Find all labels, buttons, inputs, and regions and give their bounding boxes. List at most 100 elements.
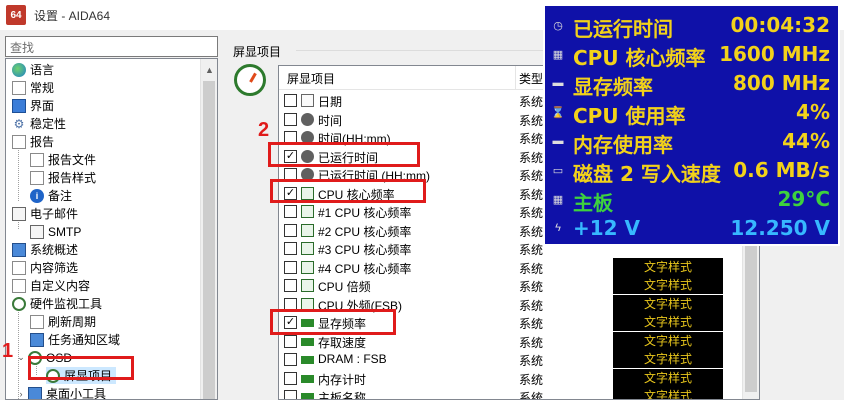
item-style-button[interactable]: 文字样式 [613,294,723,313]
item-name: #2 CPU 核心频率 [318,224,412,239]
tree-item-desktop-gadget[interactable]: › 桌面小工具 [16,385,107,400]
osd-row: ◷ 已运行时间 00:04:32 [545,10,838,41]
settings-tree[interactable]: 语言 常规 界面 ⚙ 稳定性 报告 报告文件 报告样式 i 备注 电子邮件 SMTP… [5,58,218,400]
ram-icon [301,393,314,399]
item-style-button[interactable]: 文字样式 [613,387,723,399]
scroll-up-icon[interactable]: ▲ [205,65,214,75]
tree-item-refresh-period[interactable]: 刷新周期 [30,313,96,330]
annotation-highlight-osd-items [28,356,134,380]
tree-item-stability[interactable]: ⚙ 稳定性 [12,115,66,132]
tree-item-label: 电子邮件 [30,207,79,221]
item-checkbox[interactable] [284,112,297,126]
item-style-button[interactable]: 文字样式 [613,368,723,387]
disk-icon: ▭ [552,164,564,177]
item-checkbox[interactable] [284,390,297,399]
ram-icon [301,374,314,383]
item-checkbox[interactable] [284,334,297,348]
info-icon: i [30,188,44,203]
chip-icon [301,260,314,274]
tree-item-report[interactable]: 报告 [12,133,54,150]
window-title: 设置 - AIDA64 [34,8,111,23]
tree-item-language[interactable]: 语言 [12,61,54,78]
item-name: #4 CPU 核心频率 [318,261,412,276]
motherboard-icon: ▦ [552,193,564,206]
item-style-button[interactable]: 文字样式 [613,257,723,276]
tree-scrollbar[interactable]: ▲ [200,59,217,399]
tree-item-label: 任务通知区域 [48,333,121,347]
osd-value: 800 MHz [733,71,830,95]
osd-row: ▬ 内存使用率 44% [545,126,838,157]
item-type: 系统 [519,280,544,294]
tree-item-hardware-monitor[interactable]: 硬件监视工具 [12,295,102,312]
ram-icon [301,337,314,346]
item-style-button[interactable]: 文字样式 [613,313,723,331]
chip-icon [301,205,314,218]
column-header-item[interactable]: 屏显项目 [287,70,335,87]
taskbar-icon [30,332,44,347]
tree-item-label: 桌面小工具 [46,387,107,400]
osd-value: 00:04:32 [730,13,831,37]
osd-label: 内存使用率 [573,133,673,157]
document-icon [30,170,44,185]
osd-value: 44% [782,129,830,153]
item-type: 系统 [519,317,544,331]
item-type: 系统 [519,206,544,220]
monitor-icon [12,242,26,257]
tree-item-notification-area[interactable]: 任务通知区域 [30,331,120,348]
item-checkbox[interactable] [284,371,297,385]
item-style-button[interactable]: 文字样式 [613,350,723,368]
tree-item-smtp[interactable]: SMTP [30,223,81,240]
tree-item-report-file[interactable]: 报告文件 [30,151,96,168]
item-checkbox[interactable] [284,279,297,292]
annotation-highlight-cpu-clock [270,179,426,203]
window-icon [12,80,26,95]
item-checkbox[interactable] [284,242,297,255]
item-checkbox[interactable] [284,205,297,218]
item-checkbox[interactable] [284,353,297,366]
item-name: CPU 倍频 [318,280,371,294]
tree-item-report-style[interactable]: 报告样式 [30,169,96,186]
list-row[interactable]: #4 CPU 核心频率 系统 文字样式 [279,257,759,277]
item-type: 系统 [519,261,544,276]
item-type: 系统 [519,372,544,387]
tree-item-notes[interactable]: i 备注 [30,187,72,204]
tree-item-interface[interactable]: 界面 [12,97,54,114]
item-checkbox[interactable] [284,94,297,107]
filter-icon [12,260,26,275]
search-input[interactable]: 查找 [5,36,218,57]
tree-scroll-thumb[interactable] [203,81,215,399]
item-name: 时间 [318,113,343,128]
ram-icon [301,356,314,364]
calendar-icon [301,94,314,107]
tree-item-system-overview[interactable]: 系统概述 [12,241,78,258]
item-type: 系统 [519,224,544,239]
item-type: 系统 [519,187,544,202]
chip-icon [301,223,314,237]
item-name: 日期 [318,95,343,109]
list-row[interactable]: DRAM : FSB 系统 文字样式 [279,350,759,369]
list-row[interactable]: CPU 倍频 系统 文字样式 [279,276,759,295]
report-icon [12,134,26,149]
tree-item-label: 报告 [30,135,55,149]
item-style-button[interactable]: 文字样式 [613,331,723,350]
chip-icon [301,279,314,292]
tree-item-general[interactable]: 常规 [12,79,54,96]
list-row[interactable]: 内存计时 系统 文字样式 [279,368,759,388]
chevron-right-icon[interactable]: › [16,389,26,399]
monitor-icon [12,98,26,113]
list-row[interactable]: 主板名称 系统 文字样式 [279,387,759,399]
chevron-down-icon[interactable]: ⌄ [16,352,26,363]
voltage-icon: ϟ [555,222,561,234]
item-type: 系统 [519,354,544,368]
tree-item-custom-content[interactable]: 自定义内容 [12,277,90,294]
gauge-icon [12,296,26,311]
group-label: 屏显项目 [233,45,282,59]
item-checkbox[interactable] [284,223,297,237]
tree-item-content-filter[interactable]: 内容筛选 [12,259,78,276]
item-checkbox[interactable] [284,260,297,274]
item-style-button[interactable]: 文字样式 [613,276,723,294]
item-type: 系统 [519,243,544,257]
column-header-type[interactable]: 类型 [519,70,543,87]
column-separator[interactable] [515,66,516,90]
tree-item-email[interactable]: 电子邮件 [12,205,78,222]
